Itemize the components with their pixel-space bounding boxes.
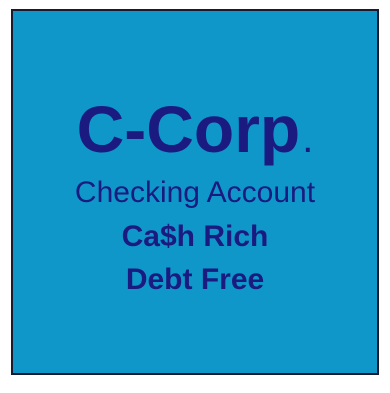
title-dot: . (302, 117, 314, 161)
panel-title: C-Corp. (13, 89, 377, 179)
tagline-cash-rich: Ca$h Rich (121, 220, 269, 253)
tagline-debt-free: Debt Free (125, 263, 265, 296)
title-text: C-Corp (76, 92, 301, 166)
info-panel: C-Corp. Checking Account Ca$h Rich Debt … (11, 9, 379, 375)
panel-subtitle: Checking Account (74, 176, 316, 209)
